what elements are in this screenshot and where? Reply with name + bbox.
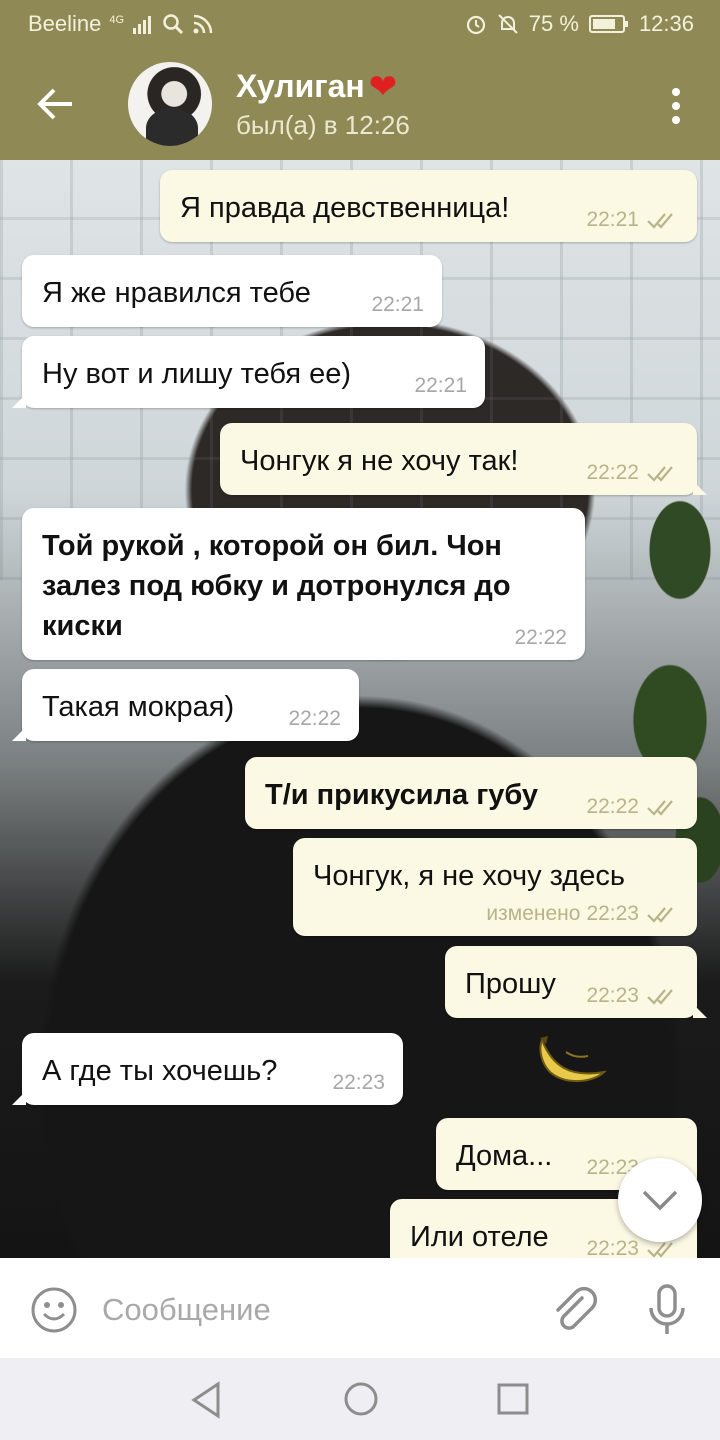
search-icon <box>163 14 184 35</box>
nav-home-icon[interactable] <box>342 1380 380 1418</box>
message-time: 22:21 <box>586 208 639 231</box>
message-time: 22:23 <box>586 984 639 1007</box>
message-meta: 22:23 <box>332 1071 385 1095</box>
last-seen-status: был(а) в 12:26 <box>236 110 410 140</box>
status-bar: Beeline 4G 75 % 12:36 <box>0 0 720 48</box>
message-text: Чонгук, я не хочу здесь <box>313 860 625 892</box>
message-time: 22:23 <box>586 902 639 925</box>
back-arrow-icon[interactable] <box>34 82 78 126</box>
message-meta: 22:22 <box>586 461 679 485</box>
message-text: Ну вот и лишу тебя ее) <box>42 358 352 390</box>
message-time: 22:22 <box>586 795 639 818</box>
message-bubble-outgoing[interactable]: Я правда девственница! 22:21 <box>160 170 697 242</box>
mute-bell-icon <box>498 14 518 34</box>
message-time: 22:22 <box>586 461 639 484</box>
message-time: 22:23 <box>332 1071 385 1094</box>
message-time: 22:22 <box>288 707 341 730</box>
double-check-icon <box>647 1242 673 1258</box>
message-time: 22:23 <box>586 1237 639 1258</box>
avatar[interactable] <box>128 62 212 146</box>
message-text: Или отеле <box>410 1221 549 1253</box>
message-bubble-incoming[interactable]: Такая мокрая) 22:22 <box>12 669 359 741</box>
message-bubble-outgoing[interactable]: Т/и прикусила губу 22:22 <box>245 757 697 829</box>
emoji-icon[interactable] <box>30 1286 78 1334</box>
rss-icon <box>193 14 213 34</box>
message-text: А где ты хочешь? <box>42 1055 278 1087</box>
message-composer <box>0 1258 720 1358</box>
chevron-down-icon <box>642 1190 678 1211</box>
carrier-label: Beeline <box>28 11 102 36</box>
more-options-icon[interactable] <box>670 86 682 126</box>
message-time: 22:21 <box>414 374 467 397</box>
message-meta: 22:21 <box>414 374 467 398</box>
message-text: Прошу <box>465 968 556 1000</box>
message-bubble-incoming[interactable]: Той рукой , которой он бил. Чон залез по… <box>22 508 585 660</box>
message-meta: 22:21 <box>371 293 424 317</box>
double-check-icon <box>647 213 673 229</box>
message-bubble-outgoing[interactable]: Прошу 22:23 <box>445 946 707 1018</box>
message-bubble-incoming[interactable]: Я же нравился тебе 22:21 <box>22 255 442 327</box>
nav-recents-icon[interactable] <box>496 1382 530 1416</box>
message-bubble-incoming[interactable]: Ну вот и лишу тебя ее) 22:21 <box>12 336 485 408</box>
banana-sticker-icon[interactable] <box>536 1032 612 1092</box>
system-nav-bar <box>0 1358 720 1440</box>
message-text: Т/и прикусила губу <box>265 779 539 811</box>
message-time: 22:21 <box>371 293 424 316</box>
message-text: Дома... <box>456 1140 553 1172</box>
message-meta: 22:23 <box>586 984 679 1008</box>
double-check-icon <box>647 800 673 816</box>
message-time: 22:22 <box>514 626 567 649</box>
contact-name[interactable]: Хулиган ❤ <box>236 68 397 105</box>
message-meta: 22:22 <box>514 626 567 650</box>
message-meta: изменено 22:23 <box>486 902 679 926</box>
alarm-icon <box>466 15 485 35</box>
contact-name-text: Хулиган <box>236 68 365 104</box>
message-meta: 22:21 <box>586 208 679 232</box>
battery-icon <box>588 15 628 33</box>
edited-label: изменено <box>486 902 581 925</box>
message-input[interactable] <box>100 1282 524 1338</box>
paperclip-icon[interactable] <box>552 1286 598 1334</box>
network-type: 4G <box>109 14 125 26</box>
double-check-icon <box>647 989 673 1005</box>
clock: 12:36 <box>638 11 694 36</box>
double-check-icon <box>647 466 673 482</box>
battery-percent: 75 % <box>528 11 579 36</box>
message-bubble-incoming[interactable]: А где ты хочешь? 22:23 <box>12 1033 403 1105</box>
message-text: Чонгук я не хочу так! <box>240 445 519 477</box>
signal-icon <box>133 16 152 34</box>
message-text: Той рукой , которой он бил. Чон залез по… <box>42 530 511 642</box>
message-meta: 22:22 <box>586 795 679 819</box>
message-bubble-outgoing[interactable]: Чонгук, я не хочу здесь изменено 22:23 <box>293 838 697 936</box>
scroll-to-bottom-button[interactable] <box>618 1158 702 1242</box>
message-bubble-outgoing[interactable]: Чонгук я не хочу так! 22:22 <box>220 423 707 495</box>
message-text: Такая мокрая) <box>42 691 235 723</box>
chat-area[interactable]: Я правда девственница! 22:21 Я же нравил… <box>0 160 720 1258</box>
chat-header: Хулиган ❤ был(а) в 12:26 <box>0 48 720 160</box>
double-check-icon <box>647 907 673 923</box>
message-meta: 22:22 <box>288 707 341 731</box>
heart-icon: ❤ <box>368 67 398 106</box>
message-text: Я же нравился тебе <box>42 277 311 309</box>
nav-back-icon[interactable] <box>186 1380 226 1420</box>
microphone-icon[interactable] <box>646 1284 688 1336</box>
message-text: Я правда девственница! <box>180 192 510 224</box>
